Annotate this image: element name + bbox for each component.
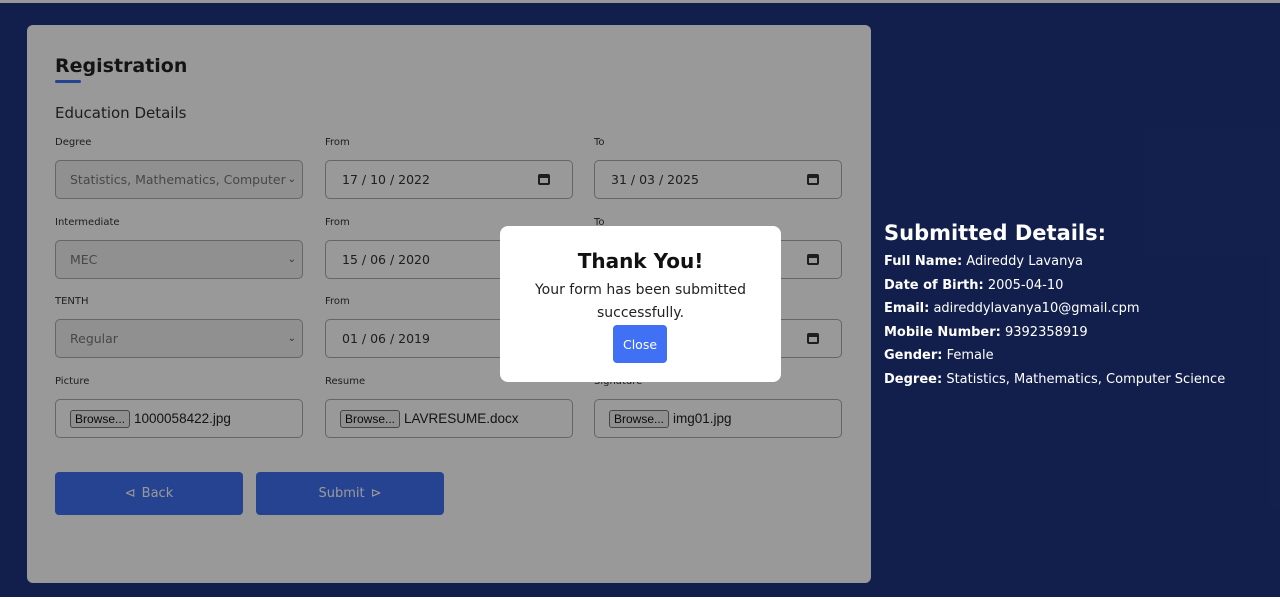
detail-value: Female	[946, 348, 994, 363]
submitted-details-panel: Submitted Details: Full Name: Adireddy L…	[884, 221, 1280, 391]
detail-key: Degree:	[884, 371, 943, 387]
detail-value: 9392358919	[1004, 324, 1088, 340]
thank-you-dialog: Thank You! Your form has been submitted …	[500, 226, 781, 382]
detail-key: Gender:	[884, 348, 943, 363]
detail-row: Date of Birth: 2005-04-10	[884, 274, 1280, 298]
detail-key: Full Name:	[884, 254, 963, 269]
dialog-title: Thank You!	[577, 249, 704, 273]
detail-row: Degree: Statistics, Mathematics, Compute…	[884, 368, 1280, 392]
detail-value: Adireddy Lavanya	[966, 254, 1083, 269]
detail-value: Statistics, Mathematics, Computer Scienc…	[946, 371, 1226, 387]
detail-key: Mobile Number:	[884, 324, 1001, 340]
detail-row: Email: adireddylavanya10@gmail.cpm	[884, 297, 1280, 321]
detail-row: Mobile Number: 9392358919	[884, 321, 1280, 345]
detail-row: Full Name: Adireddy Lavanya	[884, 250, 1280, 274]
submitted-details-title: Submitted Details:	[884, 221, 1107, 245]
detail-key: Date of Birth:	[884, 277, 984, 293]
close-button[interactable]: Close	[613, 325, 667, 363]
detail-value: adireddylavanya10@gmail.cpm	[933, 301, 1140, 316]
detail-key: Email:	[884, 301, 930, 316]
dialog-message: Your form has been submitted successfull…	[534, 282, 747, 321]
detail-value: 2005-04-10	[987, 277, 1064, 293]
detail-row: Gender: Female	[884, 344, 1280, 368]
